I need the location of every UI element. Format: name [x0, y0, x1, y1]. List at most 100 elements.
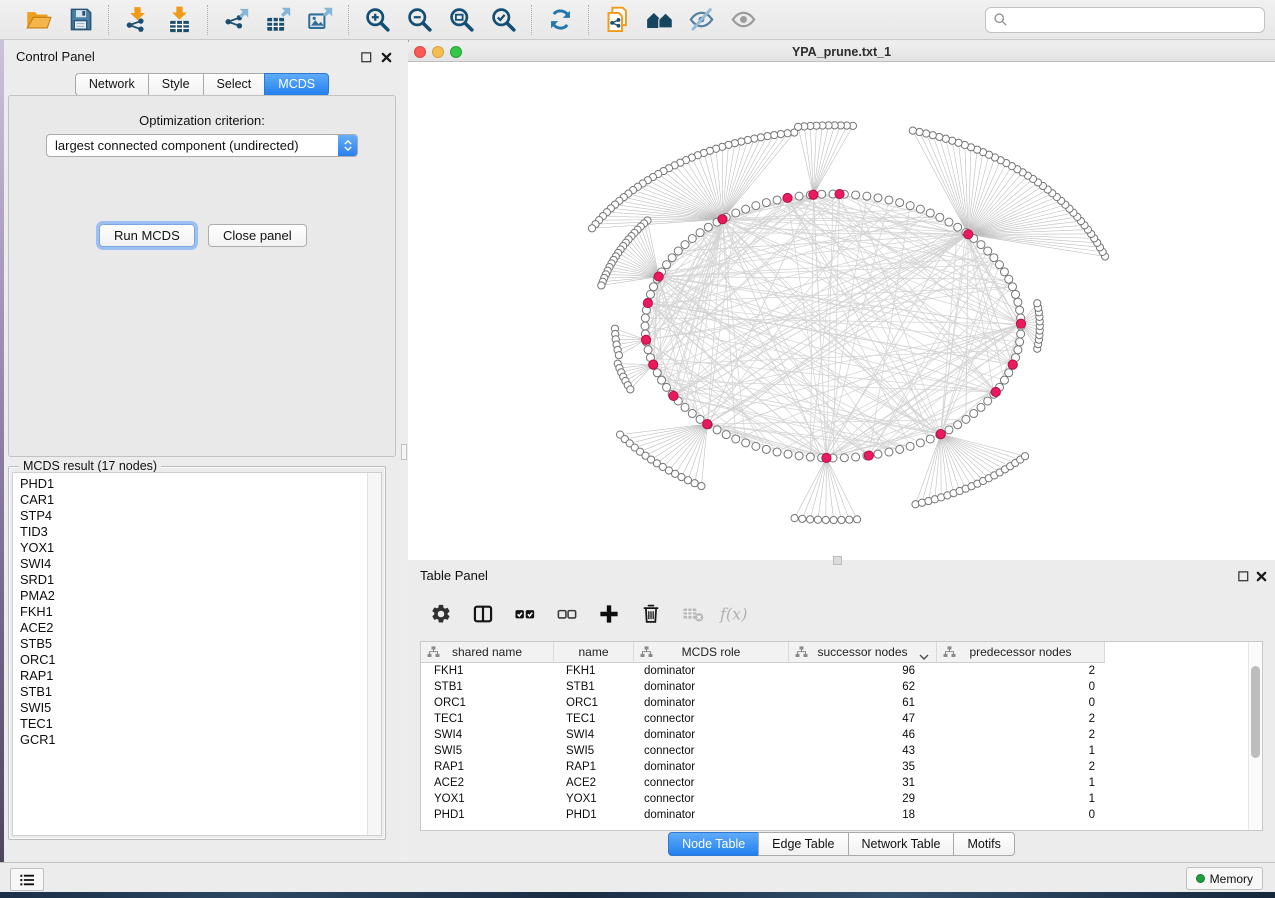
create-row-button[interactable] [596, 601, 622, 627]
cell-mcds-role: connector [634, 777, 789, 789]
cell-predecessor-nodes: 2 [937, 729, 1105, 741]
optimization-criterion-select[interactable]: largest connected component (undirected) [46, 134, 358, 157]
import-table-icon [166, 6, 193, 33]
cell-predecessor-nodes: 2 [937, 761, 1105, 773]
mcds-result-node: PHD1 [20, 476, 381, 492]
table-row[interactable]: ACE2ACE2connector311 [421, 775, 1262, 791]
tab-network-table[interactable]: Network Table [848, 832, 955, 856]
mcds-result-node: SRD1 [20, 572, 381, 588]
table-row[interactable]: TEC1TEC1connector472 [421, 711, 1262, 727]
search-field[interactable] [985, 7, 1265, 33]
column-header-predecessor-nodes[interactable]: predecessor nodes [937, 642, 1105, 663]
cell-name: ORC1 [554, 697, 634, 709]
node-attribute-icon [427, 646, 440, 658]
cell-successor-nodes: 31 [789, 777, 937, 789]
table-row[interactable]: SWI4SWI4dominator462 [421, 727, 1262, 743]
open-session-icon [25, 6, 52, 33]
run-mcds-button[interactable]: Run MCDS [99, 224, 195, 247]
cell-name: TEC1 [554, 713, 634, 725]
table-row[interactable]: YOX1YOX1connector291 [421, 791, 1262, 807]
table-scrollbar[interactable] [1248, 642, 1262, 830]
cell-predecessor-nodes: 2 [937, 665, 1105, 677]
cell-predecessor-nodes: 1 [937, 793, 1105, 805]
column-chooser-button[interactable] [470, 601, 496, 627]
clear-table-button [680, 601, 706, 627]
column-header-successor-nodes[interactable]: successor nodes [789, 642, 937, 663]
cell-successor-nodes: 43 [789, 745, 937, 757]
mcds-result-node: STP4 [20, 508, 381, 524]
refresh-layout-button[interactable] [543, 4, 577, 36]
mcds-panel: Optimization criterion: largest connecte… [8, 95, 396, 457]
table-scrollbar-thumb[interactable] [1251, 666, 1260, 758]
zoom-selected-button[interactable] [486, 4, 520, 36]
settings-button[interactable] [428, 601, 454, 627]
delete-row-button[interactable] [638, 601, 664, 627]
control-panel-tabs: NetworkStyleSelectMCDS [4, 73, 400, 96]
cell-successor-nodes: 47 [789, 713, 937, 725]
search-input[interactable] [1012, 12, 1257, 28]
cell-shared-name: PHD1 [421, 809, 554, 821]
zoom-fit-button[interactable] [444, 4, 478, 36]
select-stepper-icon [338, 135, 357, 156]
select-all-button[interactable] [512, 601, 538, 627]
tab-edge-table[interactable]: Edge Table [758, 832, 848, 856]
select-all-icon [514, 603, 536, 625]
memory-button[interactable]: Memory [1186, 867, 1263, 890]
cell-predecessor-nodes: 1 [937, 745, 1105, 757]
column-header-name[interactable]: name [554, 642, 634, 663]
tab-motifs[interactable]: Motifs [953, 832, 1014, 856]
result-list-scrollbar[interactable] [367, 473, 381, 835]
zoom-in-button[interactable] [360, 4, 394, 36]
cell-mcds-role: dominator [634, 729, 789, 741]
cell-predecessor-nodes: 1 [937, 777, 1105, 789]
cell-name: RAP1 [554, 761, 634, 773]
zoom-out-button[interactable] [402, 4, 436, 36]
cell-successor-nodes: 29 [789, 793, 937, 805]
tab-select[interactable]: Select [203, 73, 266, 96]
close-panel-button[interactable]: Close panel [208, 224, 307, 247]
close-panel-icon[interactable] [379, 50, 394, 65]
table-row[interactable]: RAP1RAP1dominator352 [421, 759, 1262, 775]
table-row[interactable]: ORC1ORC1dominator610 [421, 695, 1262, 711]
function-builder-icon: f(x) [718, 602, 752, 626]
tab-network[interactable]: Network [75, 73, 149, 96]
horizontal-splitter-grip[interactable] [833, 556, 842, 565]
cell-mcds-role: dominator [634, 761, 789, 773]
save-session-button[interactable] [63, 4, 97, 36]
show-all-icon [730, 6, 757, 33]
splitter-grip[interactable] [401, 444, 407, 460]
import-table-button[interactable] [162, 4, 196, 36]
refresh-layout-icon [547, 6, 574, 33]
first-neighbors-button[interactable] [642, 4, 676, 36]
tab-node-table[interactable]: Node Table [668, 832, 759, 856]
table-panel-title: Table Panel [420, 568, 488, 583]
open-session-button[interactable] [21, 4, 55, 36]
new-network-from-selection-button[interactable] [600, 4, 634, 36]
clear-table-icon [682, 603, 704, 625]
cell-mcds-role: connector [634, 745, 789, 757]
deselect-all-button[interactable] [554, 601, 580, 627]
hide-selected-button[interactable] [684, 4, 718, 36]
import-network-button[interactable] [120, 4, 154, 36]
network-list-button[interactable] [10, 868, 44, 891]
table-row[interactable]: PHD1PHD1dominator180 [421, 807, 1262, 823]
desktop-wallpaper-bottom [0, 892, 1275, 898]
close-table-panel-icon[interactable] [1254, 569, 1269, 584]
tab-style[interactable]: Style [148, 73, 204, 96]
mcds-result-node: SWI5 [20, 700, 381, 716]
float-panel-icon[interactable] [359, 50, 374, 65]
show-all-button[interactable] [726, 4, 760, 36]
table-row[interactable]: FKH1FKH1dominator962 [421, 663, 1262, 679]
tab-mcds[interactable]: MCDS [264, 73, 329, 96]
export-table-button[interactable] [261, 4, 295, 36]
network-canvas[interactable] [408, 62, 1275, 560]
export-image-button[interactable] [303, 4, 337, 36]
cell-shared-name: RAP1 [421, 761, 554, 773]
export-network-button[interactable] [219, 4, 253, 36]
table-row[interactable]: STB1STB1dominator620 [421, 679, 1262, 695]
column-header-MCDS-role[interactable]: MCDS role [634, 642, 789, 663]
float-table-panel-icon[interactable] [1236, 569, 1251, 584]
optimization-criterion-label: Optimization criterion: [9, 113, 395, 128]
table-row[interactable]: SWI5SWI5connector431 [421, 743, 1262, 759]
column-header-shared-name[interactable]: shared name [421, 642, 554, 663]
